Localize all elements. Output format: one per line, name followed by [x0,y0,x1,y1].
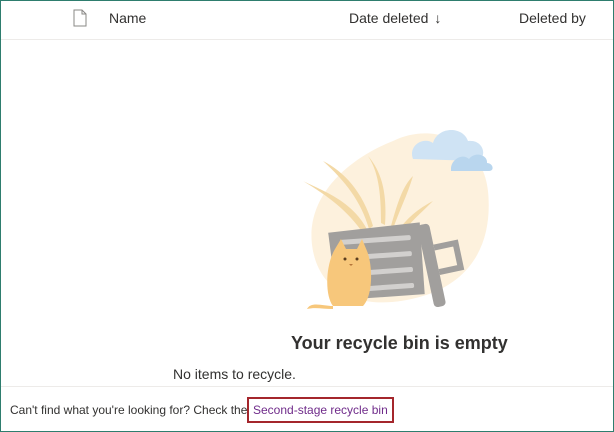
document-icon [73,9,87,27]
column-header-name[interactable]: Name [109,1,146,39]
recycle-bin-view: Name Date deleted ↓ Deleted by Your recy… [0,0,614,432]
column-header-deleted-by-label: Deleted by [519,10,586,26]
sort-descending-icon: ↓ [434,10,442,26]
column-header-name-label: Name [109,10,147,26]
empty-trash-cat-illustration [303,129,493,309]
column-header-date-deleted[interactable]: Date deleted ↓ [349,1,441,39]
footer: Can't find what you're looking for? Chec… [1,386,613,431]
column-header-date-label: Date deleted [349,10,429,26]
second-stage-recycle-bin-link[interactable]: Second-stage recycle bin [247,397,394,423]
footer-text: Can't find what you're looking for? Chec… [10,403,248,417]
list-header: Name Date deleted ↓ Deleted by [1,1,613,40]
column-header-deleted-by[interactable]: Deleted by [519,1,586,39]
empty-state-title: Your recycle bin is empty [291,333,508,353]
empty-state-subtitle: No items to recycle. [173,366,296,382]
